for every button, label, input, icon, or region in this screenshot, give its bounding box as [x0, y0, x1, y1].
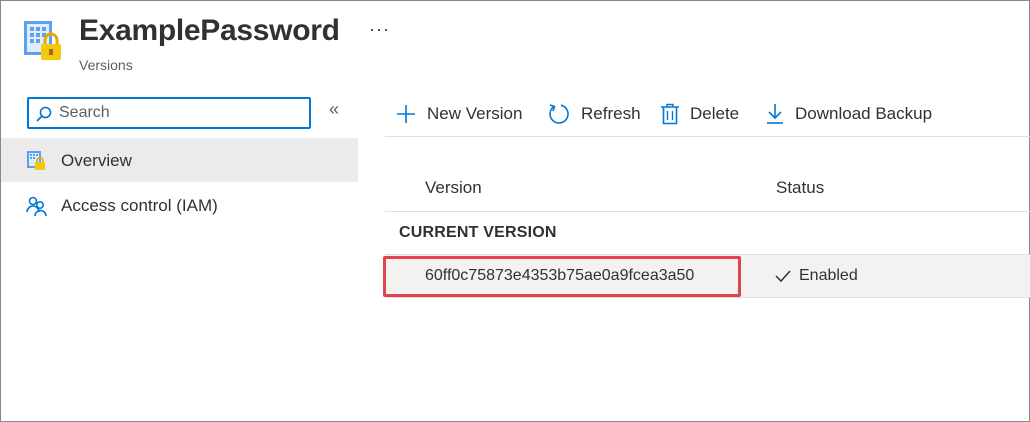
refresh-button[interactable]: Refresh [547, 101, 641, 127]
sidebar-item-label: Access control (IAM) [61, 196, 218, 215]
table-row[interactable]: 60ff0c75873e4353b75ae0a9fcea3a50 Enabled [385, 255, 1030, 298]
header-divider [385, 211, 1030, 212]
column-header-status[interactable]: Status [776, 178, 824, 198]
sidebar-item-overview[interactable]: Overview [1, 138, 358, 182]
plus-icon [397, 105, 415, 123]
download-backup-button[interactable]: Download Backup [765, 101, 932, 127]
checkmark-icon [775, 270, 791, 283]
command-toolbar: New Version Refresh Delete Download Back… [385, 93, 1030, 137]
page-title: ExamplePassword [79, 14, 340, 47]
sidebar-search-box[interactable] [27, 97, 311, 129]
refresh-icon [549, 104, 569, 124]
more-options-button[interactable]: ··· [369, 19, 390, 40]
page-subtitle: Versions [79, 57, 133, 73]
delete-button[interactable]: Delete [660, 101, 739, 127]
download-icon [767, 104, 783, 124]
version-id-link[interactable]: 60ff0c75873e4353b75ae0a9fcea3a50 [425, 267, 694, 285]
new-version-button[interactable]: New Version [395, 101, 522, 127]
delete-label: Delete [690, 104, 740, 123]
collapse-sidebar-button[interactable]: « [329, 99, 339, 120]
status-cell: Enabled [775, 267, 858, 285]
status-text: Enabled [799, 267, 858, 284]
secret-overview-icon [26, 150, 48, 172]
download-backup-label: Download Backup [795, 104, 933, 123]
people-icon [26, 195, 48, 217]
refresh-label: Refresh [581, 104, 641, 123]
key-vault-secret-icon [23, 19, 65, 65]
sidebar-item-access-control[interactable]: Access control (IAM) [1, 183, 358, 227]
column-header-version[interactable]: Version [425, 178, 482, 198]
search-icon [36, 106, 52, 122]
group-label-current-version: CURRENT VERSION [399, 224, 557, 241]
sidebar-item-label: Overview [61, 151, 132, 170]
search-input[interactable] [59, 102, 299, 124]
new-version-label: New Version [427, 104, 523, 123]
window-frame: ExamplePassword Versions ··· « Overview [0, 0, 1030, 422]
trash-icon [661, 103, 679, 125]
